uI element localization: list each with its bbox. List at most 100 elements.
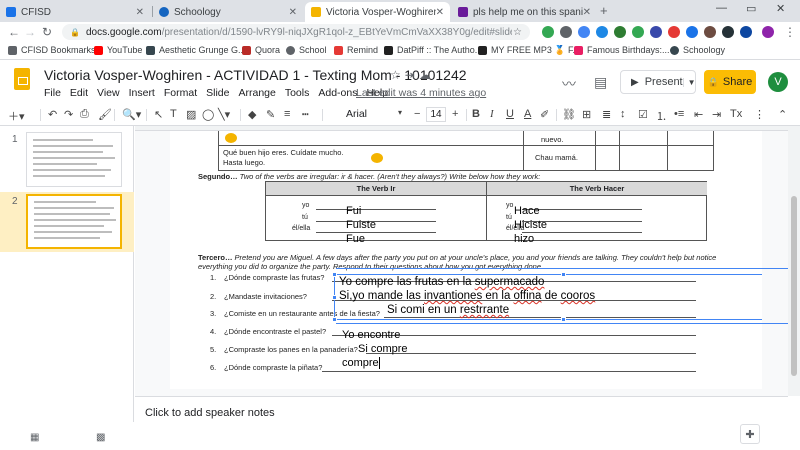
tab-slides-active[interactable]: Victoria Vosper-Woghiren - ACTIV ✕ [305,2,450,22]
extension-icon[interactable] [578,26,590,38]
increase-indent-icon[interactable]: ⇥ [712,108,721,121]
bulleted-list-icon[interactable]: •≡ [674,108,684,120]
resize-handle[interactable] [332,317,337,322]
text-color-icon[interactable]: A [524,108,531,120]
font-size-input[interactable]: 14 [426,107,446,122]
text-box-icon[interactable]: T [170,108,177,120]
line-icon[interactable]: ╲▾ [218,108,230,121]
resize-handle[interactable] [332,272,337,277]
border-weight-icon[interactable]: ≡ [284,108,290,120]
window-close-icon[interactable]: ✕ [776,2,785,15]
move-folder-icon[interactable]: ⇥ [405,68,419,82]
answer-4-text[interactable]: Yo encontre [342,329,400,341]
slide-thumbnail-2[interactable] [26,194,122,249]
menu-view[interactable]: View [97,87,120,99]
bookmark-remind[interactable]: Remind [334,45,378,55]
comments-icon[interactable]: ▤ [594,74,607,91]
menu-tools[interactable]: Tools [285,87,310,99]
menu-file[interactable]: File [44,87,61,99]
menu-arrange[interactable]: Arrange [238,87,275,99]
ir-answer-el[interactable]: Fue [346,233,365,245]
underline-icon[interactable]: U [506,108,514,120]
print-icon[interactable]: ⎙ [80,108,89,121]
speaker-notes[interactable]: Click to add speaker notes [135,396,788,450]
hacer-answer-tu[interactable]: Hiciste [514,219,547,231]
extension-icon[interactable] [596,26,608,38]
bookmark-cfisd[interactable]: CFISD Bookmarks [8,45,96,55]
profile-icon[interactable] [762,26,774,38]
bold-icon[interactable]: B [472,108,480,120]
bookmark-quora[interactable]: Quora [242,45,280,55]
comment-icon[interactable]: ⊞ [582,108,591,121]
resize-handle[interactable] [561,317,566,322]
hacer-answer-el[interactable]: hizo [514,233,534,245]
border-dash-icon[interactable]: ┅ [302,108,309,121]
explore-icon[interactable]: ✚ [740,424,760,444]
back-icon[interactable]: ← [8,25,20,39]
grid-view-icon[interactable]: ▩ [96,432,105,443]
tab-schoology[interactable]: Schoology ✕ [153,2,303,22]
cloud-saved-icon[interactable]: ☁ [419,68,435,82]
image-icon[interactable]: ▨ [186,108,196,121]
select-cursor-icon[interactable]: ↖ [154,108,163,121]
menu-insert[interactable]: Insert [129,87,155,99]
fill-color-icon[interactable]: ◆ [248,108,256,121]
close-icon[interactable]: ✕ [436,7,444,18]
chevron-down-icon[interactable]: ▼ [682,77,696,87]
extension-icon[interactable] [704,26,716,38]
menu-slide[interactable]: Slide [206,87,229,99]
resize-handle[interactable] [561,272,566,277]
slide[interactable]: Qué buen hijo eres. Cuídate mucho. Hasta… [170,131,762,389]
activity-trend-icon[interactable]: 〰 [562,74,576,94]
decrease-font-icon[interactable]: − [414,108,420,120]
present-button[interactable]: ▶ Present ▼ [620,70,696,94]
avatar[interactable]: V [768,72,788,92]
italic-icon[interactable]: I [490,108,494,120]
reload-icon[interactable]: ↻ [42,25,52,39]
maximize-icon[interactable]: ▭ [746,2,756,15]
new-slide-icon[interactable]: ＋▾ [8,108,25,124]
answer-6-text[interactable]: compre [342,357,380,370]
answer-5-text[interactable]: Si compre [358,343,408,355]
forward-icon[interactable]: → [24,25,36,39]
hacer-answer-yo[interactable]: Hace [514,205,540,217]
bookmark-star-icon[interactable]: ☆ [513,27,522,38]
star-icon[interactable]: ☆ [390,68,405,82]
kebab-menu-icon[interactable]: ⋮ [784,25,796,39]
extension-icon[interactable] [740,26,752,38]
bookmark-datpiff[interactable]: DatPiff :: The Autho... [384,45,482,55]
tab-cfisd[interactable]: CFISD ✕ [0,2,150,22]
line-spacing-icon[interactable]: ↕ [620,108,626,120]
tab-brainly[interactable]: pls help me on this spanish last ✕ [452,2,597,22]
font-select[interactable]: Arial [346,108,404,120]
paint-format-icon[interactable]: 🖌 [98,108,112,121]
zoom-icon[interactable]: 🔍▾ [122,108,141,121]
bookmark-aesthetic[interactable]: Aesthetic Grunge G... [146,45,246,55]
share-button[interactable]: 🔒 Share [704,70,756,94]
menu-edit[interactable]: Edit [70,87,88,99]
slides-logo-icon[interactable] [14,68,30,90]
chevron-down-icon[interactable]: ▾ [398,108,402,117]
bookmark-school[interactable]: School [286,45,327,55]
extension-icon[interactable] [632,26,644,38]
extension-icon[interactable] [686,26,698,38]
ir-answer-tu[interactable]: Fuiste [346,219,376,231]
ir-answer-yo[interactable]: Fui [346,205,361,217]
close-icon[interactable]: ✕ [289,7,297,18]
slide-thumbnail-1[interactable] [26,132,122,187]
menu-format[interactable]: Format [164,87,197,99]
checklist-icon[interactable]: ☑ [638,108,648,121]
resize-handle[interactable] [332,295,337,300]
bookmark-mp3[interactable]: MY FREE MP3 🏅 F... [478,45,580,56]
increase-font-icon[interactable]: + [452,108,458,120]
clear-format-icon[interactable]: Tx [730,108,742,120]
align-icon[interactable]: ≣ [602,108,611,121]
extension-icon[interactable] [560,26,572,38]
extension-icon[interactable] [650,26,662,38]
extension-icon[interactable] [722,26,734,38]
more-icon[interactable]: ⋮ [754,108,765,121]
speaker-notes-placeholder[interactable]: Click to add speaker notes [145,407,275,419]
undo-icon[interactable]: ↶ [48,108,57,121]
bookmark-youtube[interactable]: YouTube [94,45,142,55]
bookmark-famous-birthdays[interactable]: Famous Birthdays:... [574,45,670,55]
